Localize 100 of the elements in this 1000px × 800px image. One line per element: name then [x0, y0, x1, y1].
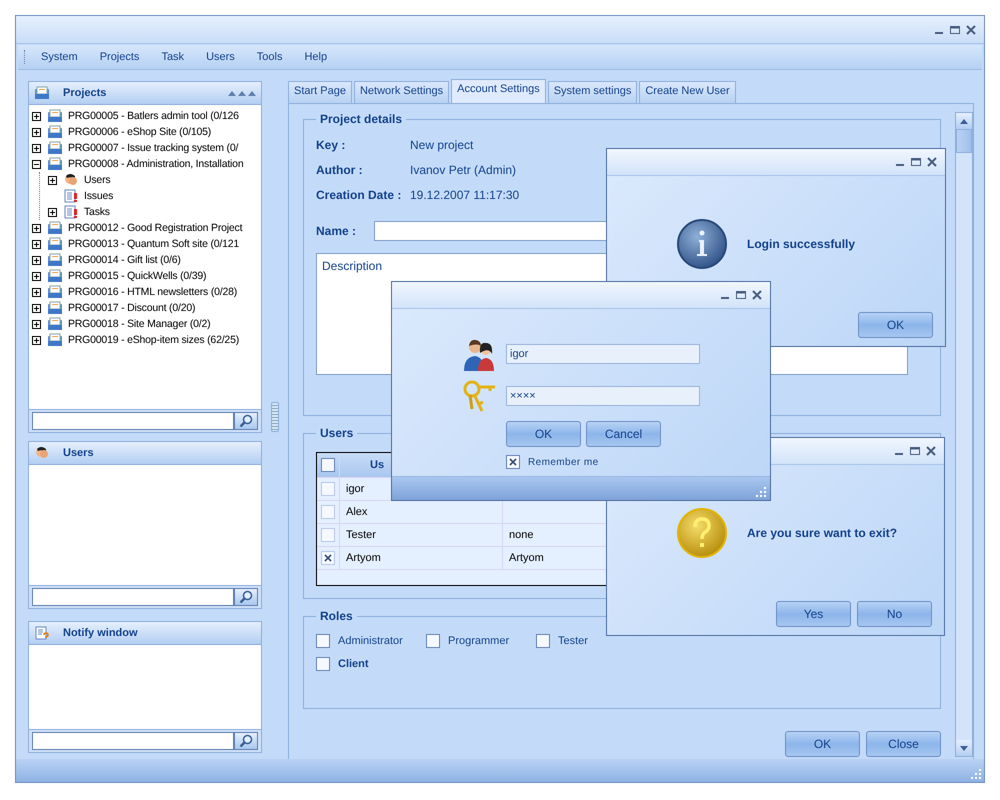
menu-item[interactable]: Tools — [248, 48, 290, 66]
menu-item[interactable]: Help — [296, 48, 336, 66]
tab[interactable]: System settings — [548, 81, 638, 103]
resize-grip-icon[interactable] — [971, 769, 981, 779]
menu-item[interactable]: Projects — [92, 48, 148, 66]
checkbox[interactable] — [321, 528, 335, 542]
tree-item[interactable]: PRG00012 - Good Registration Project — [68, 222, 242, 234]
dialog-button[interactable]: OK — [785, 731, 860, 757]
checkbox[interactable] — [536, 634, 550, 648]
field-label: Name : — [316, 224, 358, 238]
menu-item[interactable]: System — [33, 48, 86, 66]
tab[interactable]: Account Settings — [451, 79, 546, 103]
tree-item[interactable]: PRG00018 - Site Manager (0/2) — [68, 318, 210, 330]
expand-icon[interactable] — [32, 112, 41, 120]
folder-icon — [47, 157, 63, 171]
expand-icon[interactable] — [32, 128, 41, 136]
expand-icon[interactable] — [32, 144, 41, 152]
scroll-down-button[interactable] — [956, 740, 972, 756]
search-button[interactable] — [234, 412, 258, 430]
expand-icon[interactable] — [32, 224, 41, 232]
menu-item[interactable]: Task — [153, 48, 192, 66]
tree-item[interactable]: PRG00014 - Gift list (0/6) — [68, 254, 181, 266]
close-icon[interactable] — [926, 446, 936, 456]
dialog-button[interactable]: Yes — [776, 601, 851, 627]
tab[interactable]: Create New User — [639, 81, 736, 103]
expand-icon[interactable] — [32, 320, 41, 328]
maximize-icon[interactable] — [911, 157, 921, 167]
tab[interactable]: Network Settings — [354, 81, 450, 103]
person-icon — [63, 173, 79, 187]
expand-icon[interactable] — [32, 304, 41, 312]
expand-icon[interactable] — [32, 256, 41, 264]
checkbox[interactable] — [321, 482, 335, 496]
splitter-handle[interactable] — [271, 402, 279, 432]
tab[interactable]: Start Page — [288, 81, 352, 103]
dialog-button[interactable]: No — [857, 601, 932, 627]
scrollbar[interactable] — [955, 112, 973, 757]
checkbox[interactable] — [506, 455, 520, 469]
close-icon[interactable] — [927, 157, 937, 167]
collapse-icon[interactable] — [32, 160, 41, 168]
tree-item[interactable]: Tasks — [84, 206, 110, 218]
tree-item[interactable]: PRG00015 - QuickWells (0/39) — [68, 270, 206, 282]
tree-item[interactable]: PRG00013 - Quantum Soft site (0/121 — [68, 238, 240, 250]
password-field[interactable]: ×××× — [506, 386, 700, 406]
tree-item[interactable]: PRG00007 - Issue tracking system (0/ — [68, 142, 238, 154]
maximize-icon[interactable] — [950, 24, 960, 34]
dialog-button[interactable]: OK — [506, 421, 581, 447]
tree-item[interactable]: PRG00017 - Discount (0/20) — [68, 302, 196, 314]
checkbox[interactable] — [321, 551, 335, 565]
search-field[interactable] — [32, 588, 234, 606]
expand-icon[interactable] — [48, 208, 57, 216]
scroll-up-button[interactable] — [956, 113, 972, 129]
group-title: Roles — [319, 609, 354, 623]
menu-item[interactable]: Users — [198, 48, 243, 66]
folder-icon — [47, 125, 63, 139]
expand-icon[interactable] — [32, 272, 41, 280]
search-button[interactable] — [234, 732, 258, 750]
expand-icon[interactable] — [32, 240, 41, 248]
maximize-icon[interactable] — [910, 446, 920, 456]
folder-icon — [47, 221, 63, 235]
field-label: Key : — [316, 138, 346, 152]
cross-icon — [508, 457, 518, 467]
field-value: New project — [410, 138, 474, 152]
resize-grip-icon[interactable] — [756, 487, 766, 497]
folder-icon — [47, 253, 63, 267]
folder-icon — [47, 109, 63, 123]
expand-icon[interactable] — [32, 288, 41, 296]
search-field[interactable] — [32, 412, 234, 430]
group-title: Users — [319, 426, 354, 440]
search-field[interactable] — [32, 732, 234, 750]
panel-title: Projects — [63, 87, 108, 99]
folder-icon — [34, 86, 50, 100]
tree-item[interactable]: PRG00006 - eShop Site (0/105) — [68, 126, 212, 138]
close-icon[interactable] — [966, 24, 976, 34]
panel-title: Notify window — [63, 627, 139, 639]
tree-item[interactable]: PRG00005 - Batlers admin tool (0/126 — [68, 110, 239, 122]
tree-item[interactable]: PRG00008 - Administration, Installation — [68, 158, 244, 170]
maximize-icon[interactable] — [736, 290, 746, 300]
tree-item[interactable]: PRG00019 - eShop-item sizes (62/25) — [68, 334, 240, 346]
checkbox[interactable] — [321, 458, 335, 472]
expand-icon[interactable] — [32, 336, 41, 344]
expand-icon[interactable] — [48, 176, 57, 184]
dialog-button[interactable]: OK — [858, 312, 933, 338]
message-text: Login successfully — [747, 237, 856, 251]
dialog-button[interactable]: Close — [866, 731, 941, 757]
tree-item[interactable]: PRG00016 - HTML newsletters (0/28) — [68, 286, 238, 298]
checkbox[interactable] — [316, 656, 330, 670]
folder-icon — [47, 333, 63, 347]
scrollbar-thumb[interactable] — [956, 129, 972, 153]
checkbox[interactable] — [426, 634, 440, 648]
checkbox[interactable] — [321, 505, 335, 519]
tree-item[interactable]: Users — [84, 174, 110, 186]
search-icon — [239, 590, 253, 604]
tree-item[interactable]: Issues — [84, 190, 114, 202]
dialog-button[interactable]: Cancel — [586, 421, 661, 447]
checkbox-label: Client — [338, 658, 369, 670]
checkbox[interactable] — [316, 634, 330, 648]
close-icon[interactable] — [752, 290, 762, 300]
field-label: Creation Date : — [316, 188, 402, 202]
search-button[interactable] — [234, 588, 258, 606]
username-field[interactable]: igor — [506, 344, 700, 364]
